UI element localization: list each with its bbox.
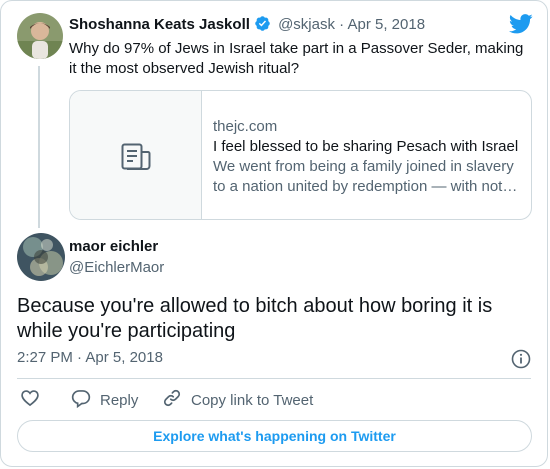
avatar-shoshanna[interactable] xyxy=(17,13,63,59)
link-domain: thejc.com xyxy=(213,118,278,135)
info-icon[interactable] xyxy=(511,349,531,374)
separator-dot: · xyxy=(77,349,83,366)
author-handle[interactable]: @skjask xyxy=(278,16,335,33)
reply-time: 2:27 PM xyxy=(17,349,73,366)
thread-connector-line xyxy=(38,66,40,228)
link-card-text: thejc.com I feel blessed to be sharing P… xyxy=(213,117,523,197)
separator-dot: · xyxy=(339,16,345,33)
like-button[interactable] xyxy=(20,390,40,410)
link-preview-card[interactable]: thejc.com I feel blessed to be sharing P… xyxy=(69,90,532,220)
explore-twitter-button[interactable]: Explore what's happening on Twitter xyxy=(17,420,532,452)
heart-icon xyxy=(20,388,40,412)
link-title: I feel blessed to be sharing Pesach with… xyxy=(213,138,519,155)
link-icon xyxy=(162,388,182,412)
reply-date: Apr 5, 2018 xyxy=(85,349,163,366)
reply-button[interactable]: Reply xyxy=(71,390,138,410)
link-thumbnail xyxy=(70,91,202,219)
reply-tweet-text: Because you're allowed to bitch about ho… xyxy=(17,295,493,342)
quoted-tweet-header: Shoshanna Keats Jaskoll @skjask · Apr 5,… xyxy=(69,15,425,36)
reply-icon xyxy=(71,388,91,412)
divider xyxy=(17,378,531,379)
article-icon xyxy=(121,143,151,176)
verified-badge-icon xyxy=(254,15,271,36)
reply-label: Reply xyxy=(100,391,139,409)
copy-link-label: Copy link to Tweet xyxy=(191,391,314,409)
author-name[interactable]: Shoshanna Keats Jaskoll xyxy=(69,16,250,33)
explore-label: Explore what's happening on Twitter xyxy=(153,428,396,444)
reply-timestamp[interactable]: 2:27 PM · Apr 5, 2018 xyxy=(17,349,163,366)
tweet-date[interactable]: Apr 5, 2018 xyxy=(348,16,426,33)
reply-author-handle[interactable]: @EichlerMaor xyxy=(69,259,164,276)
avatar-maor[interactable] xyxy=(17,233,65,281)
copy-link-button[interactable]: Copy link to Tweet xyxy=(162,388,314,412)
link-description: We went from being a family joined in sl… xyxy=(213,158,518,195)
twitter-bird-icon[interactable] xyxy=(508,14,533,39)
reply-author-name[interactable]: maor eichler xyxy=(69,238,158,255)
quoted-tweet-text: Why do 97% of Jews in Israel take part i… xyxy=(69,40,524,77)
